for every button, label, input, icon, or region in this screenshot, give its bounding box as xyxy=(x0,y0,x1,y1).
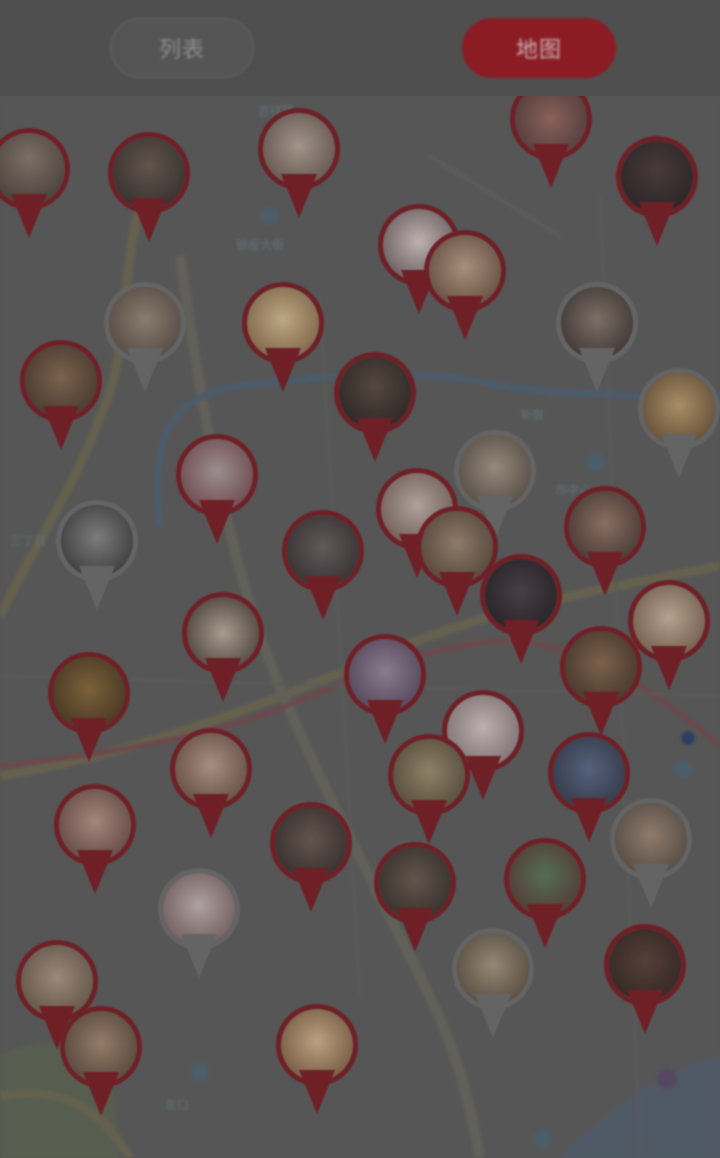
header-bar: 列表 地图 xyxy=(0,0,720,96)
map-pin-avatar[interactable] xyxy=(604,924,686,1040)
map-pin-avatar[interactable] xyxy=(610,798,692,914)
place-label: 东口 xyxy=(165,1098,190,1112)
map-pin-avatar[interactable] xyxy=(270,802,352,918)
map-pin-avatar[interactable] xyxy=(0,128,70,244)
map-pin-avatar[interactable] xyxy=(344,634,426,750)
map-pin-avatar[interactable] xyxy=(374,842,456,958)
map-pin-avatar[interactable] xyxy=(54,784,136,900)
app-root: 列表 地图 吉祥路 银座大街 新宿 市中心 三丁目 东口 xyxy=(0,0,720,1158)
map-pin-avatar[interactable] xyxy=(510,96,592,194)
map-pin-avatar[interactable] xyxy=(56,500,138,616)
map-pin-avatar[interactable] xyxy=(20,340,102,456)
map-pin-avatar[interactable] xyxy=(176,434,258,550)
map-pin-avatar[interactable] xyxy=(388,734,470,850)
map-pin-avatar[interactable] xyxy=(242,282,324,398)
map-pin-avatar[interactable] xyxy=(104,282,186,398)
map-pin-avatar[interactable] xyxy=(334,352,416,468)
map-pin-avatar[interactable] xyxy=(60,1006,142,1122)
map-pin-avatar[interactable] xyxy=(638,368,720,484)
map-pin-avatar[interactable] xyxy=(108,132,190,248)
map-pin-avatar[interactable] xyxy=(560,626,642,742)
map-view[interactable]: 吉祥路 银座大街 新宿 市中心 三丁目 东口 xyxy=(0,96,720,1158)
place-label: 银座大街 xyxy=(236,238,285,252)
map-pin-avatar[interactable] xyxy=(182,592,264,708)
map-pin-avatar[interactable] xyxy=(282,510,364,626)
map-pin-avatar[interactable] xyxy=(452,928,534,1044)
map-pin-avatar[interactable] xyxy=(556,282,638,398)
map-pin-avatar[interactable] xyxy=(480,554,562,670)
tab-map[interactable]: 地图 xyxy=(462,18,616,78)
map-pin-avatar[interactable] xyxy=(170,728,252,844)
tab-list[interactable]: 列表 xyxy=(110,18,254,78)
map-pin-avatar[interactable] xyxy=(258,108,340,224)
map-pin-avatar[interactable] xyxy=(276,1004,358,1120)
map-pin-avatar[interactable] xyxy=(424,230,506,346)
map-pin-avatar[interactable] xyxy=(48,652,130,768)
map-pin-avatar[interactable] xyxy=(616,136,698,252)
map-pin-avatar[interactable] xyxy=(158,868,240,984)
place-label: 三丁目 xyxy=(10,534,47,548)
place-label: 新宿 xyxy=(520,408,545,422)
